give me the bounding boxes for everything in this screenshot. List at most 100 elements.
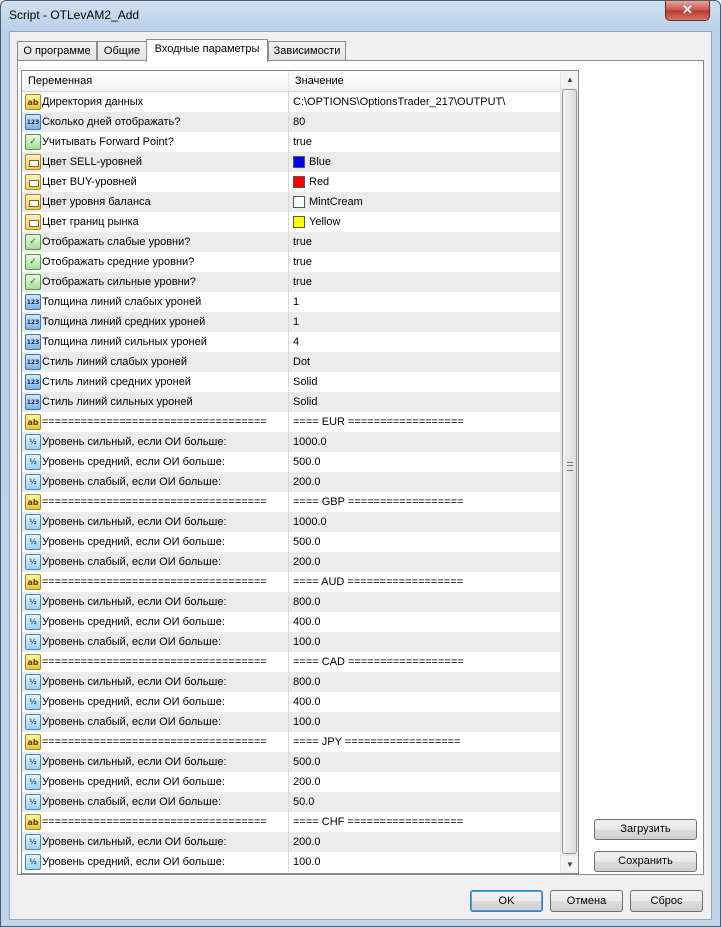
parameter-value-cell[interactable]: ==== GBP ================== — [289, 492, 560, 512]
parameter-row[interactable]: ½ Уровень сильный, если ОИ больше: 800.0 — [22, 592, 560, 612]
parameter-name-cell[interactable]: ½ Уровень слабый, если ОИ больше: — [22, 552, 289, 572]
parameter-value-cell[interactable]: 500.0 — [289, 452, 560, 472]
parameter-value-cell[interactable]: MintCream — [289, 192, 560, 212]
parameter-row[interactable]: Цвет SELL-уровней Blue — [22, 152, 560, 172]
parameter-name-cell[interactable]: ½ Уровень сильный, если ОИ больше: — [22, 512, 289, 532]
parameter-row[interactable]: ab =================================== ===… — [22, 652, 560, 672]
parameter-name-cell[interactable]: ab =================================== — [22, 412, 289, 432]
parameter-row[interactable]: ½ Уровень средний, если ОИ больше: 100.0 — [22, 852, 560, 872]
parameter-row[interactable]: ½ Уровень слабый, если ОИ больше: 50.0 — [22, 792, 560, 812]
scroll-up-arrow-icon[interactable]: ▲ — [561, 71, 578, 88]
parameter-value-cell[interactable]: true — [289, 132, 560, 152]
parameter-value-cell[interactable]: 100.0 — [289, 852, 560, 872]
parameter-row[interactable]: ab =================================== ===… — [22, 572, 560, 592]
parameter-value-cell[interactable]: 200.0 — [289, 832, 560, 852]
parameter-row[interactable]: ✓ Отображать средние уровни? true — [22, 252, 560, 272]
parameter-row[interactable]: ab =================================== ===… — [22, 732, 560, 752]
parameter-row[interactable]: Цвет границ рынка Yellow — [22, 212, 560, 232]
parameter-row[interactable]: ab =================================== ===… — [22, 812, 560, 832]
parameter-row[interactable]: 123 Стиль линий сильных уроней Solid — [22, 392, 560, 412]
parameter-name-cell[interactable]: 123 Стиль линий средних уроней — [22, 372, 289, 392]
parameter-row[interactable]: 123 Толщина линий сильных уроней 4 — [22, 332, 560, 352]
parameter-name-cell[interactable]: 123 Стиль линий слабых уроней — [22, 352, 289, 372]
tab-input-parameters[interactable]: Входные параметры — [146, 39, 268, 62]
parameter-value-cell[interactable]: 50.0 — [289, 792, 560, 812]
column-header-variable[interactable]: Переменная — [22, 71, 289, 91]
parameter-value-cell[interactable]: 1000.0 — [289, 512, 560, 532]
parameter-row[interactable]: Цвет BUY-уровней Red — [22, 172, 560, 192]
parameter-value-cell[interactable]: true — [289, 232, 560, 252]
parameter-name-cell[interactable]: ½ Уровень средний, если ОИ больше: — [22, 532, 289, 552]
parameter-value-cell[interactable]: 1000.0 — [289, 432, 560, 452]
scrollbar-thumb[interactable] — [562, 89, 577, 854]
parameter-name-cell[interactable]: ab =================================== — [22, 492, 289, 512]
parameter-name-cell[interactable]: ✓ Отображать слабые уровни? — [22, 232, 289, 252]
parameter-name-cell[interactable]: ½ Уровень сильный, если ОИ больше: — [22, 752, 289, 772]
parameter-value-cell[interactable]: true — [289, 272, 560, 292]
parameter-row[interactable]: ½ Уровень сильный, если ОИ больше: 800.0 — [22, 672, 560, 692]
parameter-value-cell[interactable]: 800.0 — [289, 592, 560, 612]
parameter-value-cell[interactable]: 800.0 — [289, 672, 560, 692]
parameter-row[interactable]: ab =================================== ===… — [22, 492, 560, 512]
parameter-name-cell[interactable]: ½ Уровень слабый, если ОИ больше: — [22, 792, 289, 812]
parameter-name-cell[interactable]: ½ Уровень средний, если ОИ больше: — [22, 612, 289, 632]
parameter-value-cell[interactable]: 200.0 — [289, 552, 560, 572]
reset-button[interactable]: Сброс — [630, 890, 703, 912]
parameter-value-cell[interactable]: Red — [289, 172, 560, 192]
parameter-value-cell[interactable]: true — [289, 252, 560, 272]
parameter-name-cell[interactable]: ab =================================== — [22, 732, 289, 752]
load-button[interactable]: Загрузить — [594, 819, 697, 840]
parameter-name-cell[interactable]: ½ Уровень сильный, если ОИ больше: — [22, 672, 289, 692]
parameter-name-cell[interactable]: 123 Толщина линий средних уроней — [22, 312, 289, 332]
parameter-row[interactable]: ✓ Отображать сильные уровни? true — [22, 272, 560, 292]
parameter-row[interactable]: ½ Уровень слабый, если ОИ больше: 100.0 — [22, 632, 560, 652]
parameter-name-cell[interactable]: 123 Стиль линий сильных уроней — [22, 392, 289, 412]
parameter-row[interactable]: 123 Толщина линий слабых уроней 1 — [22, 292, 560, 312]
scroll-down-arrow-icon[interactable]: ▼ — [561, 856, 578, 873]
vertical-scrollbar[interactable]: ▲ ▼ — [560, 71, 578, 873]
parameter-row[interactable]: ab =================================== ===… — [22, 412, 560, 432]
parameter-value-cell[interactable]: Blue — [289, 152, 560, 172]
ok-button[interactable]: OK — [470, 890, 543, 912]
parameter-value-cell[interactable]: ==== JPY ================== — [289, 732, 560, 752]
parameter-row[interactable]: ½ Уровень слабый, если ОИ больше: 100.0 — [22, 712, 560, 732]
parameter-row[interactable]: ½ Уровень средний, если ОИ больше: 500.0 — [22, 452, 560, 472]
parameter-value-cell[interactable]: 200.0 — [289, 772, 560, 792]
parameter-value-cell[interactable]: C:\OPTIONS\OptionsTrader_217\OUTPUT\ — [289, 92, 560, 112]
save-button[interactable]: Сохранить — [594, 851, 697, 872]
parameter-row[interactable]: 123 Толщина линий средних уроней 1 — [22, 312, 560, 332]
tab-common[interactable]: Общие — [97, 41, 147, 61]
parameter-value-cell[interactable]: 200.0 — [289, 472, 560, 492]
close-button[interactable]: ✕ — [665, 1, 710, 21]
parameter-name-cell[interactable]: 123 Толщина линий сильных уроней — [22, 332, 289, 352]
parameter-value-cell[interactable]: Dot — [289, 352, 560, 372]
parameter-name-cell[interactable]: ½ Уровень средний, если ОИ больше: — [22, 692, 289, 712]
parameter-name-cell[interactable]: ½ Уровень сильный, если ОИ больше: — [22, 432, 289, 452]
parameter-value-cell[interactable]: ==== CAD ================== — [289, 652, 560, 672]
parameter-value-cell[interactable]: Yellow — [289, 212, 560, 232]
parameter-row[interactable]: Цвет уровня баланса MintCream — [22, 192, 560, 212]
parameter-name-cell[interactable]: ✓ Отображать сильные уровни? — [22, 272, 289, 292]
parameter-name-cell[interactable]: ½ Уровень сильный, если ОИ больше: — [22, 592, 289, 612]
parameter-name-cell[interactable]: ✓ Отображать средние уровни? — [22, 252, 289, 272]
parameter-value-cell[interactable]: 1 — [289, 292, 560, 312]
parameter-row[interactable]: ½ Уровень средний, если ОИ больше: 400.0 — [22, 692, 560, 712]
parameter-name-cell[interactable]: ½ Уровень средний, если ОИ больше: — [22, 452, 289, 472]
tab-dependencies[interactable]: Зависимости — [268, 41, 346, 61]
parameter-name-cell[interactable]: ½ Уровень слабый, если ОИ больше: — [22, 712, 289, 732]
parameter-row[interactable]: 123 Стиль линий средних уроней Solid — [22, 372, 560, 392]
parameter-row[interactable]: ✓ Учитывать Forward Point? true — [22, 132, 560, 152]
cancel-button[interactable]: Отмена — [550, 890, 623, 912]
parameter-name-cell[interactable]: ½ Уровень слабый, если ОИ больше: — [22, 472, 289, 492]
parameter-row[interactable]: 123 Сколько дней отображать? 80 — [22, 112, 560, 132]
parameter-row[interactable]: ½ Уровень средний, если ОИ больше: 400.0 — [22, 612, 560, 632]
parameter-value-cell[interactable]: 100.0 — [289, 712, 560, 732]
parameter-row[interactable]: ½ Уровень средний, если ОИ больше: 200.0 — [22, 772, 560, 792]
parameter-row[interactable]: ½ Уровень сильный, если ОИ больше: 1000.0 — [22, 512, 560, 532]
parameter-value-cell[interactable]: 100.0 — [289, 632, 560, 652]
parameter-value-cell[interactable]: 400.0 — [289, 692, 560, 712]
parameter-name-cell[interactable]: Цвет границ рынка — [22, 212, 289, 232]
parameter-row[interactable]: ½ Уровень средний, если ОИ больше: 500.0 — [22, 532, 560, 552]
parameter-value-cell[interactable]: 4 — [289, 332, 560, 352]
parameter-row[interactable]: ab Директория данных C:\OPTIONS\OptionsTra… — [22, 92, 560, 112]
